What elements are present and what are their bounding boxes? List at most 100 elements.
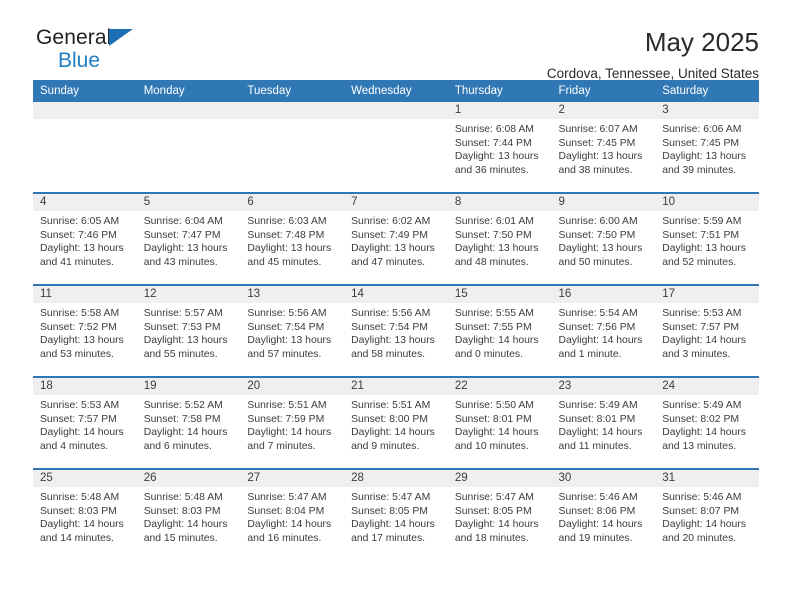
sunrise-text: Sunrise: 5:46 AM — [558, 492, 638, 503]
daylight-text: Daylight: 14 hours and 17 minutes. — [351, 519, 435, 544]
sunrise-text: Sunrise: 6:01 AM — [454, 216, 534, 227]
sunrise-text: Sunrise: 5:49 AM — [558, 400, 638, 411]
calendar-day-cell[interactable]: 26 Sunrise: 5:48 AM Sunset: 8:03 PM Dayligh… — [136, 468, 241, 560]
sunrise-text: Sunrise: 5:48 AM — [143, 492, 223, 503]
calendar-day-cell[interactable]: 18 Sunrise: 5:53 AM Sunset: 7:57 PM Dayligh… — [33, 376, 137, 469]
calendar-day-cell[interactable]: 6 Sunrise: 6:03 AM Sunset: 7:48 PM Daylight… — [240, 192, 345, 285]
calendar-day-cell[interactable]: 12 Sunrise: 5:57 AM Sunset: 7:53 PM Dayligh… — [136, 284, 241, 377]
day-details: Sunrise: 5:56 AM Sunset: 7:54 PM Daylight:… — [344, 303, 448, 361]
calendar-day-cell[interactable]: 27 Sunrise: 5:47 AM Sunset: 8:04 PM Dayligh… — [240, 468, 345, 560]
calendar-day-cell[interactable]: 9 Sunrise: 6:00 AM Sunset: 7:50 PM Daylight… — [551, 192, 656, 285]
day-number: 20 — [240, 378, 345, 395]
daylight-text: Daylight: 14 hours and 3 minutes. — [662, 335, 746, 360]
daylight-text: Daylight: 14 hours and 0 minutes. — [454, 335, 539, 360]
calendar-day-cell[interactable]: 2 Sunrise: 6:07 AM Sunset: 7:45 PM Daylight… — [551, 102, 656, 193]
sunrise-text: Sunrise: 5:50 AM — [454, 400, 534, 411]
sunset-text: Sunset: 7:55 PM — [454, 321, 532, 333]
day-number: 19 — [136, 378, 241, 395]
daylight-text: Daylight: 13 hours and 41 minutes. — [40, 243, 124, 268]
sunset-text: Sunset: 8:03 PM — [143, 505, 221, 517]
day-details: Sunrise: 5:52 AM Sunset: 7:58 PM Daylight:… — [137, 395, 241, 453]
day-details: Sunrise: 5:47 AM Sunset: 8:04 PM Daylight:… — [240, 487, 344, 545]
sunset-text: Sunset: 8:02 PM — [662, 413, 740, 425]
calendar-day-cell[interactable]: 28 Sunrise: 5:47 AM Sunset: 8:05 PM Dayligh… — [344, 468, 448, 560]
calendar-day-cell[interactable]: 7 Sunrise: 6:02 AM Sunset: 7:49 PM Daylight… — [344, 192, 448, 285]
sunrise-text: Sunrise: 6:02 AM — [351, 216, 431, 227]
calendar-cell-empty — [240, 102, 345, 193]
generalblue-logo[interactable]: General Blue — [33, 26, 163, 76]
sunrise-text: Sunrise: 5:51 AM — [247, 400, 327, 411]
sunset-text: Sunset: 7:50 PM — [454, 229, 532, 241]
calendar-day-cell[interactable]: 31 Sunrise: 5:46 AM Sunset: 8:07 PM Dayligh… — [655, 468, 759, 560]
calendar-day-cell[interactable]: 8 Sunrise: 6:01 AM Sunset: 7:50 PM Daylight… — [447, 192, 552, 285]
day-number: 23 — [551, 378, 656, 395]
daylight-text: Daylight: 14 hours and 18 minutes. — [454, 519, 539, 544]
day-number: 1 — [447, 102, 552, 119]
sunset-text: Sunset: 8:01 PM — [558, 413, 636, 425]
weekday-header-tuesday: Tuesday — [240, 80, 345, 102]
calendar-day-cell[interactable]: 15 Sunrise: 5:55 AM Sunset: 7:55 PM Dayligh… — [447, 284, 552, 377]
sunset-text: Sunset: 7:48 PM — [247, 229, 325, 241]
day-number: 14 — [344, 286, 448, 303]
sunrise-text: Sunrise: 6:04 AM — [143, 216, 223, 227]
calendar-week-row: 11 Sunrise: 5:58 AM Sunset: 7:52 PM Dayligh… — [33, 284, 759, 377]
calendar-day-cell[interactable]: 25 Sunrise: 5:48 AM Sunset: 8:03 PM Dayligh… — [33, 468, 137, 560]
day-details: Sunrise: 6:07 AM Sunset: 7:45 PM Daylight:… — [552, 119, 656, 177]
sunset-text: Sunset: 7:56 PM — [558, 321, 636, 333]
calendar-day-cell[interactable]: 4 Sunrise: 6:05 AM Sunset: 7:46 PM Daylight… — [33, 192, 137, 285]
calendar-cell-empty — [344, 102, 448, 193]
sunset-text: Sunset: 7:49 PM — [351, 229, 428, 241]
calendar-day-cell[interactable]: 1 Sunrise: 6:08 AM Sunset: 7:44 PM Daylight… — [447, 102, 552, 193]
calendar-day-cell[interactable]: 24 Sunrise: 5:49 AM Sunset: 8:02 PM Dayligh… — [655, 376, 759, 469]
daylight-text: Daylight: 14 hours and 7 minutes. — [247, 427, 332, 452]
calendar-cell-empty — [33, 102, 137, 193]
calendar-day-cell[interactable]: 3 Sunrise: 6:06 AM Sunset: 7:45 PM Daylight… — [655, 102, 759, 193]
day-number: 31 — [655, 470, 759, 487]
sunrise-text: Sunrise: 5:52 AM — [143, 400, 223, 411]
sunrise-text: Sunrise: 6:08 AM — [454, 124, 534, 135]
daylight-text: Daylight: 13 hours and 47 minutes. — [351, 243, 435, 268]
day-number: 26 — [136, 470, 241, 487]
page-header: General Blue May 2025 Cordova, Tennessee… — [33, 0, 759, 81]
calendar-day-cell[interactable]: 16 Sunrise: 5:54 AM Sunset: 7:56 PM Dayligh… — [551, 284, 656, 377]
calendar-day-cell[interactable]: 21 Sunrise: 5:51 AM Sunset: 8:00 PM Dayligh… — [344, 376, 448, 469]
day-number — [240, 102, 345, 119]
sunrise-text: Sunrise: 5:55 AM — [454, 308, 534, 319]
calendar-cell-empty — [136, 102, 241, 193]
calendar-day-cell[interactable]: 10 Sunrise: 5:59 AM Sunset: 7:51 PM Dayligh… — [655, 192, 759, 285]
calendar-day-cell[interactable]: 11 Sunrise: 5:58 AM Sunset: 7:52 PM Dayligh… — [33, 284, 137, 377]
calendar-day-cell[interactable]: 20 Sunrise: 5:51 AM Sunset: 7:59 PM Dayligh… — [240, 376, 345, 469]
logo-text-blue: Blue — [58, 49, 101, 72]
sunrise-sunset-calendar: Sunday Monday Tuesday Wednesday Thursday… — [33, 80, 759, 560]
daylight-text: Daylight: 14 hours and 6 minutes. — [143, 427, 228, 452]
calendar-day-cell[interactable]: 22 Sunrise: 5:50 AM Sunset: 8:01 PM Dayligh… — [447, 376, 552, 469]
day-number: 5 — [136, 194, 241, 211]
sunrise-text: Sunrise: 5:46 AM — [662, 492, 742, 503]
sunset-text: Sunset: 7:54 PM — [247, 321, 325, 333]
daylight-text: Daylight: 14 hours and 20 minutes. — [662, 519, 746, 544]
daylight-text: Daylight: 13 hours and 57 minutes. — [247, 335, 332, 360]
sunset-text: Sunset: 8:01 PM — [454, 413, 532, 425]
calendar-day-cell[interactable]: 17 Sunrise: 5:53 AM Sunset: 7:57 PM Dayligh… — [655, 284, 759, 377]
calendar-day-cell[interactable]: 14 Sunrise: 5:56 AM Sunset: 7:54 PM Dayligh… — [344, 284, 448, 377]
calendar-day-cell[interactable]: 19 Sunrise: 5:52 AM Sunset: 7:58 PM Dayligh… — [136, 376, 241, 469]
day-details: Sunrise: 6:08 AM Sunset: 7:44 PM Daylight:… — [448, 119, 552, 177]
day-number: 30 — [551, 470, 656, 487]
daylight-text: Daylight: 13 hours and 39 minutes. — [662, 151, 746, 176]
daylight-text: Daylight: 13 hours and 36 minutes. — [454, 151, 539, 176]
calendar-day-cell[interactable]: 13 Sunrise: 5:56 AM Sunset: 7:54 PM Dayligh… — [240, 284, 345, 377]
day-details: Sunrise: 6:02 AM Sunset: 7:49 PM Daylight:… — [344, 211, 448, 269]
calendar-day-cell[interactable]: 23 Sunrise: 5:49 AM Sunset: 8:01 PM Dayligh… — [551, 376, 656, 469]
sunrise-text: Sunrise: 5:51 AM — [351, 400, 431, 411]
calendar-day-cell[interactable]: 30 Sunrise: 5:46 AM Sunset: 8:06 PM Dayligh… — [551, 468, 656, 560]
daylight-text: Daylight: 13 hours and 52 minutes. — [662, 243, 746, 268]
calendar-day-cell[interactable]: 29 Sunrise: 5:47 AM Sunset: 8:05 PM Dayligh… — [447, 468, 552, 560]
day-details: Sunrise: 6:03 AM Sunset: 7:48 PM Daylight:… — [240, 211, 344, 269]
sunset-text: Sunset: 7:53 PM — [143, 321, 221, 333]
sunrise-text: Sunrise: 6:07 AM — [558, 124, 638, 135]
calendar-day-cell[interactable]: 5 Sunrise: 6:04 AM Sunset: 7:47 PM Daylight… — [136, 192, 241, 285]
day-details: Sunrise: 5:46 AM Sunset: 8:06 PM Daylight:… — [552, 487, 656, 545]
sunrise-text: Sunrise: 5:56 AM — [351, 308, 431, 319]
sunrise-text: Sunrise: 5:53 AM — [40, 400, 120, 411]
day-details: Sunrise: 5:49 AM Sunset: 8:01 PM Daylight:… — [552, 395, 656, 453]
